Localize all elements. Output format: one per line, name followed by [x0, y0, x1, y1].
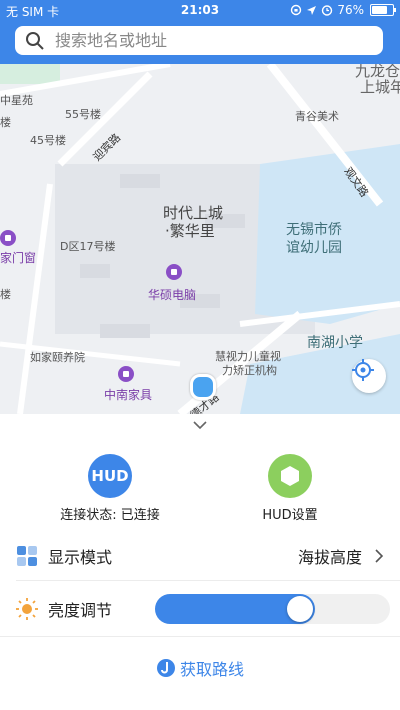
status-bar: 无 SIM 卡 21:03 76% — [0, 0, 400, 20]
map-label: D区17号楼 — [60, 240, 116, 253]
map-building — [80, 264, 110, 278]
get-route-label: 获取路线 — [179, 660, 244, 679]
search-icon — [26, 31, 44, 50]
map-label: 青谷美术 — [295, 110, 339, 123]
display-mode-title: 显示模式 — [48, 548, 113, 567]
route-icon — [156, 659, 175, 677]
slider-knob[interactable] — [286, 596, 313, 622]
map-building — [100, 324, 150, 338]
map-label: 力矫正机构 — [222, 364, 277, 377]
hud-settings-button[interactable]: HUD设置 — [220, 454, 360, 523]
poi-marker[interactable] — [166, 264, 182, 280]
orientation-lock-icon — [291, 4, 302, 16]
sun-icon — [16, 598, 38, 620]
poi-marker[interactable] — [118, 366, 134, 382]
poi-marker[interactable] — [0, 230, 16, 246]
map-label: 如家颐养院 — [30, 351, 85, 364]
map-road — [17, 183, 53, 414]
status-icons: 76% — [290, 3, 396, 17]
map-label: 楼 — [0, 288, 11, 301]
map-label: 45号楼 — [30, 134, 66, 147]
display-mode-row[interactable]: 显示模式 海拔高度 — [0, 534, 400, 578]
map-green-area — [0, 64, 60, 84]
brightness-title: 亮度调节 — [48, 601, 113, 620]
get-route-button[interactable]: 获取路线 — [0, 648, 400, 688]
map-label: 楼 — [0, 116, 11, 129]
map-label: 中南家具 — [104, 388, 153, 402]
grid-icon — [17, 546, 37, 566]
header — [0, 20, 400, 64]
map-label: 中星苑 — [0, 94, 33, 107]
location-arrow-icon — [307, 5, 317, 15]
map-label: 南湖小学 — [307, 335, 363, 351]
locate-me-button[interactable] — [352, 359, 386, 393]
map-label: 家门窗 — [0, 251, 37, 265]
map-label: 谊幼儿园 — [286, 240, 342, 256]
map-view[interactable]: 中星苑 55号楼 楼 45号楼 迎宾路 青谷美术 九龙仓 上城年 时代上城 ·繁… — [0, 64, 400, 414]
chevron-down-icon[interactable] — [192, 419, 208, 431]
map-building — [120, 174, 160, 188]
chevron-right-icon — [375, 549, 384, 563]
hud-connection[interactable]: HUD 连接状态: 已连接 — [40, 454, 180, 523]
battery-percent: 76% — [337, 3, 364, 17]
hud-settings-label: HUD设置 — [262, 508, 318, 523]
map-label: 无锡市侨 — [286, 222, 342, 238]
current-location-marker — [190, 374, 216, 400]
connection-status-label: 连接状态: 已连接 — [60, 508, 160, 523]
search-input[interactable] — [53, 30, 357, 51]
control-panel: HUD 连接状态: 已连接 HUD设置 显示模式 海拔高度 亮度调节 获取路线 — [0, 414, 400, 710]
divider — [0, 636, 400, 637]
search-bar[interactable] — [15, 26, 383, 55]
alarm-icon — [322, 5, 333, 16]
map-label: 华硕电脑 — [148, 288, 197, 302]
battery-icon — [370, 4, 396, 16]
hud-icon: HUD — [88, 454, 132, 498]
hexagon-settings-icon — [268, 454, 312, 498]
divider — [16, 580, 400, 581]
map-label: ·繁华里 — [165, 222, 215, 240]
display-mode-value: 海拔高度 — [297, 548, 362, 567]
map-label: 55号楼 — [65, 108, 101, 121]
brightness-slider[interactable] — [155, 594, 390, 624]
map-label: 上城年 — [360, 78, 400, 96]
crosshair-icon — [352, 359, 374, 381]
